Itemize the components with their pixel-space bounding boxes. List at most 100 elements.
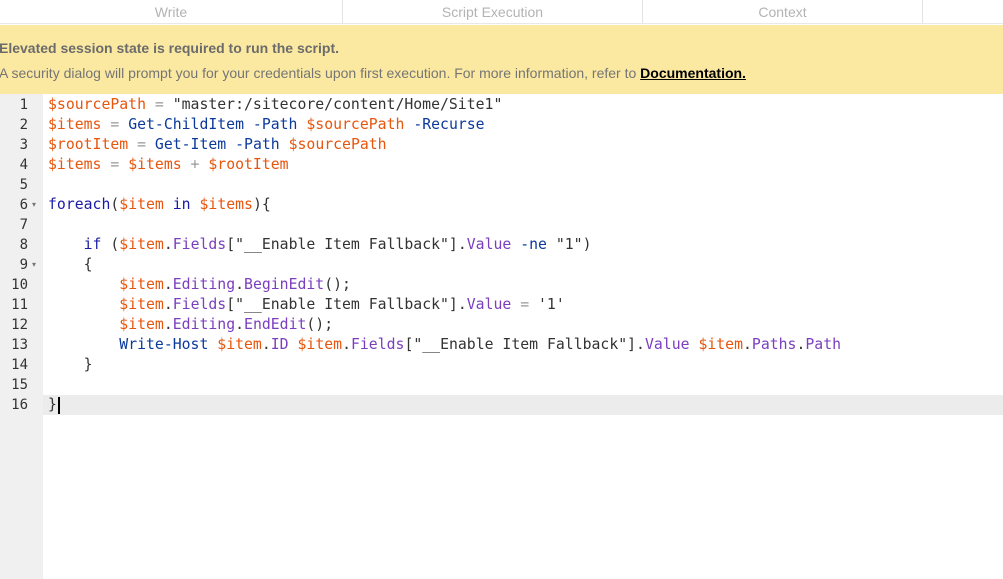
code-token: ( (101, 236, 120, 253)
line-number: 1 (19, 97, 28, 113)
code-token: BeginEdit (244, 276, 325, 293)
code-token: Paths (751, 336, 797, 353)
code-token: . (235, 316, 245, 333)
code-token: $sourcePath (306, 116, 405, 133)
text-cursor (58, 397, 60, 414)
code-token: (); (306, 316, 334, 333)
code-token: { (48, 256, 93, 273)
tab-write[interactable]: Write (0, 0, 343, 24)
line-number: 4 (19, 157, 28, 173)
fold-toggle-icon[interactable]: ▾ (32, 255, 36, 275)
code-token: Value (466, 236, 512, 253)
code-token: $items (48, 156, 102, 173)
code-token: $item (119, 236, 164, 253)
code-token: ["__Enable Item Fallback"]. (226, 296, 467, 313)
code-line: $item.Editing.BeginEdit(); (48, 275, 351, 295)
code-token: . (163, 316, 173, 333)
code-token: foreach (48, 196, 111, 213)
active-line-highlight (43, 395, 1003, 415)
code-line: $items = $items + $rootItem (48, 155, 289, 175)
tab-context[interactable]: Context (643, 0, 923, 24)
code-line: $item.Editing.EndEdit(); (48, 315, 333, 335)
tab-script-execution[interactable]: Script Execution (343, 0, 643, 24)
code-token: = (101, 116, 129, 133)
code-editor[interactable]: 1 2 3 4 5 6 ▾ 7 8 9 ▾ 10 11 12 13 14 15 16 $sourcePath = … (0, 94, 1003, 579)
code-token: { (261, 196, 271, 213)
warning-message: A security dialog will prompt you for yo… (0, 65, 746, 81)
line-number: 9 (19, 257, 28, 273)
code-line: $sourcePath = "master:/sitecore/content/… (48, 95, 502, 115)
code-token: $item (698, 336, 743, 353)
code-line: $item.Fields["__Enable Item Fallback"].V… (48, 295, 564, 315)
code-token: Value (466, 296, 512, 313)
code-token: "1") (546, 236, 592, 253)
code-line: } (48, 355, 93, 375)
code-token: Value (644, 336, 690, 353)
code-token: . (742, 336, 752, 353)
code-token: -Path (235, 136, 280, 153)
code-token: $rootItem (208, 156, 289, 173)
fold-toggle-icon[interactable]: ▾ (32, 195, 36, 215)
code-token: $item (119, 276, 164, 293)
code-token: Fields (172, 296, 227, 313)
code-token: } (48, 356, 93, 373)
line-number-gutter: 1 2 3 4 5 6 ▾ 7 8 9 ▾ 10 11 12 13 14 15 16 (0, 94, 43, 579)
code-token: = (101, 156, 129, 173)
code-token: $rootItem (48, 136, 129, 153)
code-token: if (83, 236, 102, 253)
code-token: Editing (172, 276, 236, 293)
code-line: $rootItem = Get-Item -Path $sourcePath (48, 135, 387, 155)
code-token: ) (252, 196, 262, 213)
code-token: -ne (520, 236, 547, 253)
code-token: . (261, 336, 271, 353)
code-token: $item (297, 336, 343, 353)
tab-bar: Write Script Execution Context (0, 0, 1003, 24)
code-token: ["__Enable Item Fallback"]. (226, 236, 467, 253)
code-token: -Recurse (413, 116, 485, 133)
tab-extra[interactable] (923, 0, 1003, 24)
documentation-link[interactable]: Documentation. (640, 65, 746, 81)
code-token: $sourcePath (288, 136, 387, 153)
code-token: . (342, 336, 351, 353)
code-token: Get-ChildItem (128, 116, 244, 133)
code-token: Fields (172, 236, 227, 253)
code-token: ["__Enable Item Fallback"]. (404, 336, 645, 353)
code-token: ID (270, 336, 289, 353)
code-token: Get-Item (154, 136, 227, 153)
code-token: in (172, 196, 191, 213)
code-token: } (48, 396, 57, 413)
line-number: 16 (11, 397, 28, 413)
code-token: (); (324, 276, 351, 293)
line-number: 10 (11, 277, 28, 293)
line-number: 2 (19, 117, 28, 133)
code-token: $item (119, 296, 164, 313)
code-token: "master:/sitecore/content/Home/Site1" (172, 96, 503, 113)
code-token: = (146, 96, 173, 113)
code-token: EndEdit (244, 316, 307, 333)
code-line: Write-Host $item.ID $item.Fields["__Enab… (48, 335, 841, 355)
warning-title: Elevated session state is required to ru… (0, 40, 339, 56)
code-token: = (128, 136, 155, 153)
line-number: 11 (11, 297, 28, 313)
code-token: Fields (350, 336, 405, 353)
code-token: . (235, 276, 245, 293)
code-token: Editing (172, 316, 236, 333)
code-token: $item (119, 196, 164, 213)
line-number: 6 (19, 197, 28, 213)
code-token: . (163, 296, 173, 313)
code-token: $item (119, 316, 164, 333)
code-line: $items = Get-ChildItem -Path $sourcePath… (48, 115, 485, 135)
code-token: Write-Host (119, 336, 209, 353)
warning-message-text: A security dialog will prompt you for yo… (0, 65, 641, 81)
code-token: -Path (252, 116, 298, 133)
elevation-warning-banner: Elevated session state is required to ru… (0, 25, 1003, 94)
code-token: Path (805, 336, 842, 353)
